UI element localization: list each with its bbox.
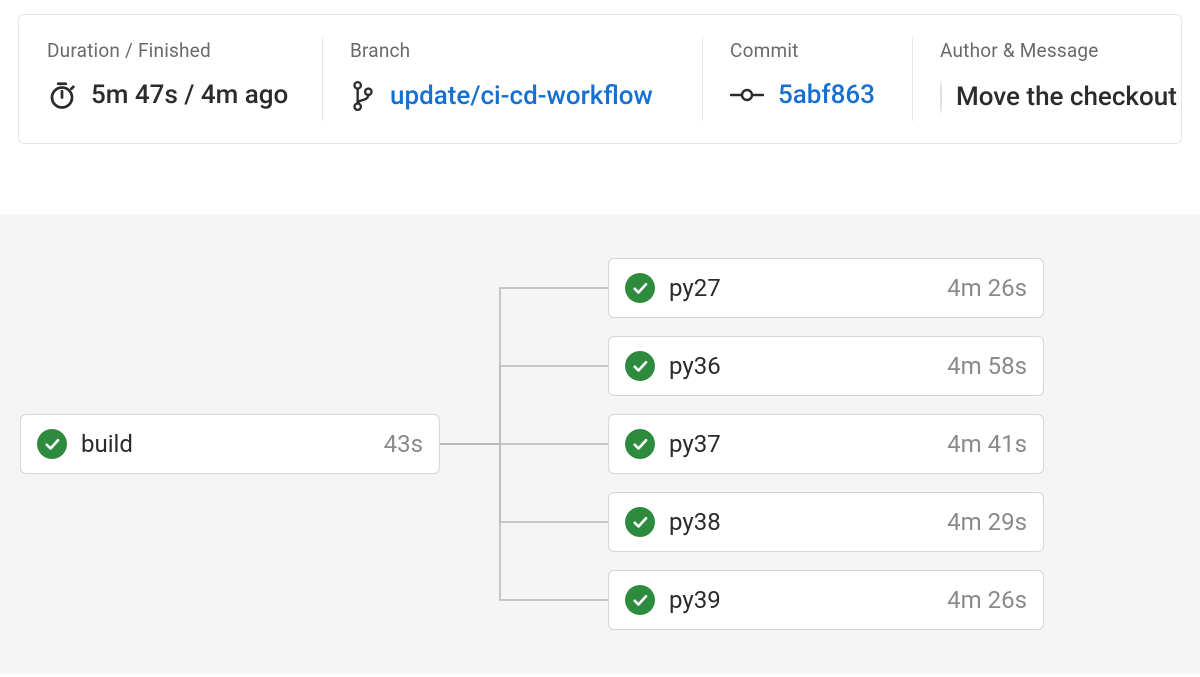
status-success-icon bbox=[625, 507, 655, 537]
status-success-icon bbox=[625, 273, 655, 303]
branch-link[interactable]: update/ci-cd-workflow bbox=[350, 80, 674, 112]
status-success-icon bbox=[625, 585, 655, 615]
author-message-value: Move the checkout bbox=[940, 80, 1153, 114]
author-message-label: Author & Message bbox=[940, 39, 1153, 62]
job-duration: 4m 41s bbox=[947, 430, 1027, 458]
status-success-icon bbox=[625, 429, 655, 459]
commit-icon bbox=[730, 85, 764, 105]
job-name: py37 bbox=[669, 430, 933, 458]
branch-label: Branch bbox=[350, 39, 674, 62]
pipeline-graph: build 43s py27 4m 26s py36 4m 58s py37 4… bbox=[0, 214, 1200, 674]
status-success-icon bbox=[37, 429, 67, 459]
author-message-col: Author & Message Move the checkout bbox=[912, 15, 1181, 143]
stopwatch-icon bbox=[47, 80, 77, 110]
job-node-build[interactable]: build 43s bbox=[20, 414, 440, 474]
job-name: py36 bbox=[669, 352, 933, 380]
job-node-py38[interactable]: py38 4m 29s bbox=[608, 492, 1044, 552]
job-name: py27 bbox=[669, 274, 933, 302]
run-summary-card: Duration / Finished 5m 47s / 4m ago Bran… bbox=[18, 14, 1182, 144]
job-duration: 4m 58s bbox=[947, 352, 1027, 380]
commit-col: Commit 5abf863 bbox=[702, 15, 912, 143]
job-node-py36[interactable]: py36 4m 58s bbox=[608, 336, 1044, 396]
duration-finished-col: Duration / Finished 5m 47s / 4m ago bbox=[19, 15, 322, 143]
status-success-icon bbox=[625, 351, 655, 381]
job-node-py39[interactable]: py39 4m 26s bbox=[608, 570, 1044, 630]
commit-link[interactable]: 5abf863 bbox=[730, 80, 884, 110]
commit-label: Commit bbox=[730, 39, 884, 62]
duration-finished-text: 5m 47s / 4m ago bbox=[91, 80, 288, 110]
commit-message: Move the checkout bbox=[956, 82, 1177, 112]
job-name: py38 bbox=[669, 508, 933, 536]
duration-finished-value: 5m 47s / 4m ago bbox=[47, 80, 294, 110]
job-duration: 4m 29s bbox=[947, 508, 1027, 536]
author-avatar bbox=[940, 80, 942, 114]
job-duration: 4m 26s bbox=[947, 274, 1027, 302]
job-duration: 4m 26s bbox=[947, 586, 1027, 614]
commit-sha: 5abf863 bbox=[778, 80, 875, 110]
branch-col: Branch update/ci-cd-workflow bbox=[322, 15, 702, 143]
job-name: py39 bbox=[669, 586, 933, 614]
branch-name: update/ci-cd-workflow bbox=[390, 81, 653, 111]
duration-finished-label: Duration / Finished bbox=[47, 39, 294, 62]
branch-icon bbox=[350, 80, 376, 112]
job-name: build bbox=[81, 430, 370, 458]
job-node-py27[interactable]: py27 4m 26s bbox=[608, 258, 1044, 318]
job-node-py37[interactable]: py37 4m 41s bbox=[608, 414, 1044, 474]
job-duration: 43s bbox=[384, 430, 423, 458]
